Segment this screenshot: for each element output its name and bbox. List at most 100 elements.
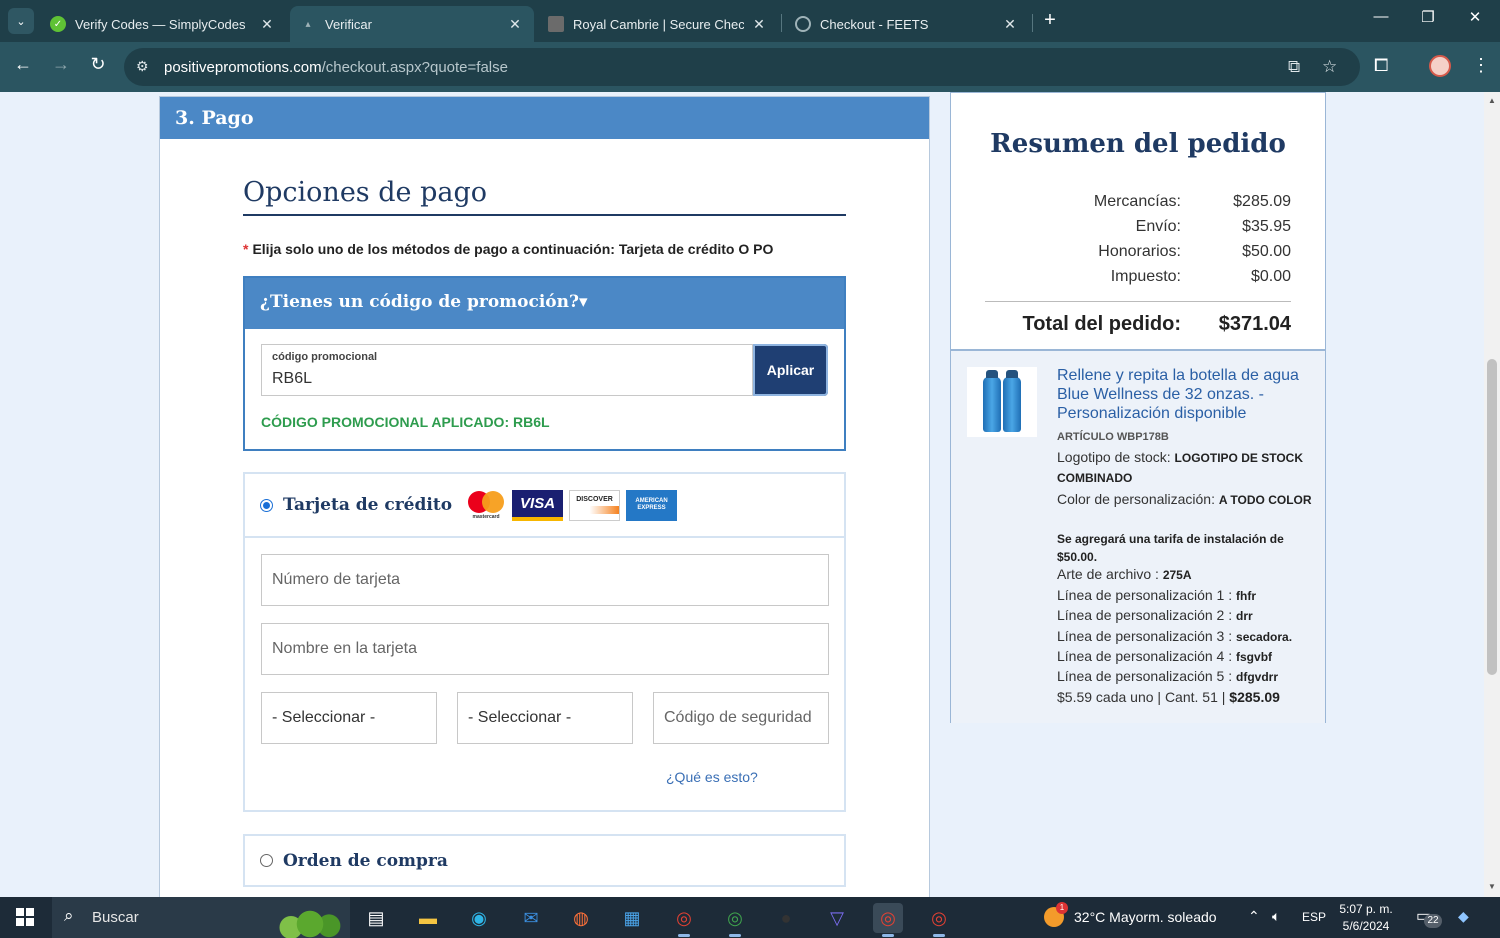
line-value: dfgvdrr — [1236, 670, 1279, 684]
credit-card-header: Tarjeta de crédito mastercard VISA DISCO… — [245, 474, 844, 538]
line-label: Línea de personalización 2 : — [1057, 607, 1233, 623]
reload-icon[interactable]: ↻ — [85, 54, 111, 75]
app-icon[interactable]: ● — [771, 903, 801, 933]
instruction-text: Elija solo uno de los métodos de pago a … — [252, 241, 774, 257]
color-label: Color de personalización: — [1057, 491, 1215, 507]
mail-icon[interactable]: ✉ — [516, 903, 546, 933]
volume-icon[interactable]: 🔈︎ — [1272, 908, 1280, 925]
search-icon: ⌕ — [64, 906, 74, 925]
card-number-input[interactable]: Número de tarjeta — [261, 554, 829, 606]
chrome-other-icon[interactable]: ◎ — [924, 903, 954, 937]
credit-card-section: Tarjeta de crédito mastercard VISA DISCO… — [243, 472, 846, 812]
minimize-icon[interactable]: — — [1358, 8, 1404, 25]
task-view-icon[interactable]: ▤ — [361, 903, 391, 933]
tab-search-button[interactable]: ⌄ — [8, 8, 34, 34]
credit-card-label[interactable]: Tarjeta de crédito — [283, 495, 452, 515]
weather-sun-icon[interactable] — [1044, 902, 1068, 927]
translate-icon[interactable]: ⧉ — [1288, 57, 1300, 77]
price-total: $285.09 — [1229, 689, 1280, 705]
address-bar[interactable]: ⚙ positivepromotions.com/checkout.aspx?q… — [124, 48, 1360, 86]
weather-text[interactable]: 32°C Mayorm. soleado — [1074, 909, 1217, 925]
line-value: fhfr — [1236, 589, 1257, 603]
url-text: positivepromotions.com/checkout.aspx?quo… — [164, 59, 508, 76]
promo-code-input[interactable]: código promocional RB6L — [261, 344, 753, 396]
discover-logo-icon: DISCOVER — [569, 489, 621, 521]
restore-icon[interactable]: ❐ — [1405, 8, 1451, 26]
menu-kebab-icon[interactable]: ⋮ — [1472, 55, 1490, 76]
promo-toggle-header[interactable]: ¿Tienes un código de promoción?▾ — [245, 278, 844, 329]
firefox-icon[interactable]: ◍ — [566, 903, 596, 933]
purchase-order-radio[interactable] — [260, 854, 273, 867]
file-explorer-icon[interactable]: ▬ — [413, 903, 443, 933]
close-window-icon[interactable]: ✕ — [1452, 8, 1498, 26]
clock[interactable]: 5:07 p. m. 5/6/2024 — [1336, 901, 1396, 935]
back-arrow-icon[interactable]: ← — [10, 54, 36, 75]
tab-verificar[interactable]: ▴ Verificar ✕ — [290, 6, 534, 42]
personalization-line: Línea de personalización 3 : secadora. — [1057, 627, 1315, 647]
summary-value: $35.95 — [1242, 218, 1291, 235]
tray-chevron-icon[interactable]: ⌃ — [1248, 908, 1260, 925]
visa-logo-icon: VISA — [512, 489, 564, 521]
tab-checkout-feets[interactable]: Checkout - FEETS ✕ — [785, 6, 1029, 42]
simplycodes-favicon-icon: ✓ — [50, 16, 66, 32]
browser-tab-bar: ⌄ ✓ Verify Codes — SimplyCodes ✕ ▴ Verif… — [0, 0, 1500, 42]
tab-verify-codes[interactable]: ✓ Verify Codes — SimplyCodes ✕ — [40, 6, 286, 42]
close-tab-icon[interactable]: ✕ — [1001, 16, 1019, 33]
amex-logo-icon: AMERICAN EXPRESS — [626, 489, 678, 521]
order-summary-panel: Resumen del pedido Mercancías: $285.09 En… — [950, 92, 1326, 723]
payment-instruction: * Elija solo uno de los métodos de pago a… — [243, 241, 773, 257]
windows-start-icon[interactable] — [16, 908, 34, 926]
scroll-up-arrow-icon[interactable]: ▲ — [1484, 96, 1500, 105]
taskbar-search[interactable]: ⌕ Buscar — [52, 897, 350, 938]
copilot-icon[interactable]: ◆ — [1458, 908, 1469, 925]
chrome-icon[interactable]: ◎ — [669, 903, 699, 937]
chrome-profile-icon[interactable]: ◎ — [720, 903, 750, 937]
store-icon[interactable]: ▦ — [617, 903, 647, 933]
art-label: Arte de archivo : — [1057, 566, 1159, 582]
scroll-down-arrow-icon[interactable]: ▼ — [1484, 882, 1500, 891]
vpn-icon[interactable]: ▽ — [822, 903, 852, 933]
page-scrollbar[interactable]: ▲ ▼ — [1484, 92, 1500, 897]
promo-field-value: RB6L — [272, 370, 313, 387]
profile-avatar[interactable] — [1429, 55, 1451, 77]
credit-card-radio[interactable] — [260, 498, 273, 512]
product-name-link[interactable]: Rellene y repita la botella de agua Blue… — [1057, 366, 1315, 423]
stock-logo-line: Logotipo de stock: LOGOTIPO DE STOCK COM… — [1057, 448, 1315, 488]
summary-divider — [985, 301, 1291, 302]
extensions-puzzle-icon[interactable]: ⧠ — [1374, 55, 1388, 76]
scrollbar-thumb[interactable] — [1487, 359, 1497, 675]
security-code-input[interactable]: Código de seguridad — [653, 692, 829, 744]
url-host: positivepromotions.com — [164, 59, 322, 76]
new-tab-plus-icon[interactable]: + — [1038, 9, 1062, 32]
expiry-month-select[interactable]: - Seleccionar - — [261, 692, 437, 744]
tab-title: Verify Codes — SimplyCodes — [75, 16, 246, 32]
mastercard-logo-icon: mastercard — [466, 490, 506, 521]
tab-royal-cambrie[interactable]: Royal Cambrie | Secure Checkout ✕ — [538, 6, 778, 42]
clock-date: 5/6/2024 — [1342, 919, 1390, 933]
bookmark-star-icon[interactable]: ☆ — [1322, 57, 1337, 77]
line-label: Línea de personalización 3 : — [1057, 628, 1233, 644]
promo-field-label: código promocional — [272, 351, 378, 363]
close-tab-icon[interactable]: ✕ — [750, 16, 768, 33]
language-indicator[interactable]: ESP — [1302, 910, 1326, 924]
edge-icon[interactable]: ◉ — [464, 903, 494, 933]
summary-value: $50.00 — [1242, 243, 1291, 260]
search-label: Buscar — [92, 909, 139, 926]
whats-this-link[interactable]: ¿Qué es esto? — [666, 769, 758, 785]
art-value: 275A — [1162, 568, 1192, 582]
card-name-input[interactable]: Nombre en la tarjeta — [261, 623, 829, 675]
close-tab-icon[interactable]: ✕ — [506, 16, 524, 33]
close-tab-icon[interactable]: ✕ — [258, 16, 276, 33]
personalization-line: Línea de personalización 4 : fsgvbf — [1057, 647, 1315, 667]
chrome-active-icon[interactable]: ◎ — [873, 903, 903, 937]
purchase-order-label[interactable]: Orden de compra — [283, 851, 448, 871]
forward-arrow-icon[interactable]: → — [48, 54, 74, 75]
expiry-year-select[interactable]: - Seleccionar - — [457, 692, 633, 744]
clock-time: 5:07 p. m. — [1339, 902, 1393, 916]
site-info-icon[interactable]: ⚙ — [136, 58, 149, 75]
product-thumbnail[interactable] — [967, 367, 1037, 437]
color-value: A TODO COLOR — [1218, 493, 1312, 507]
required-asterisk: * — [243, 241, 249, 257]
apply-promo-button[interactable]: Aplicar — [753, 344, 828, 396]
total-label: Total del pedido: — [1022, 313, 1181, 335]
